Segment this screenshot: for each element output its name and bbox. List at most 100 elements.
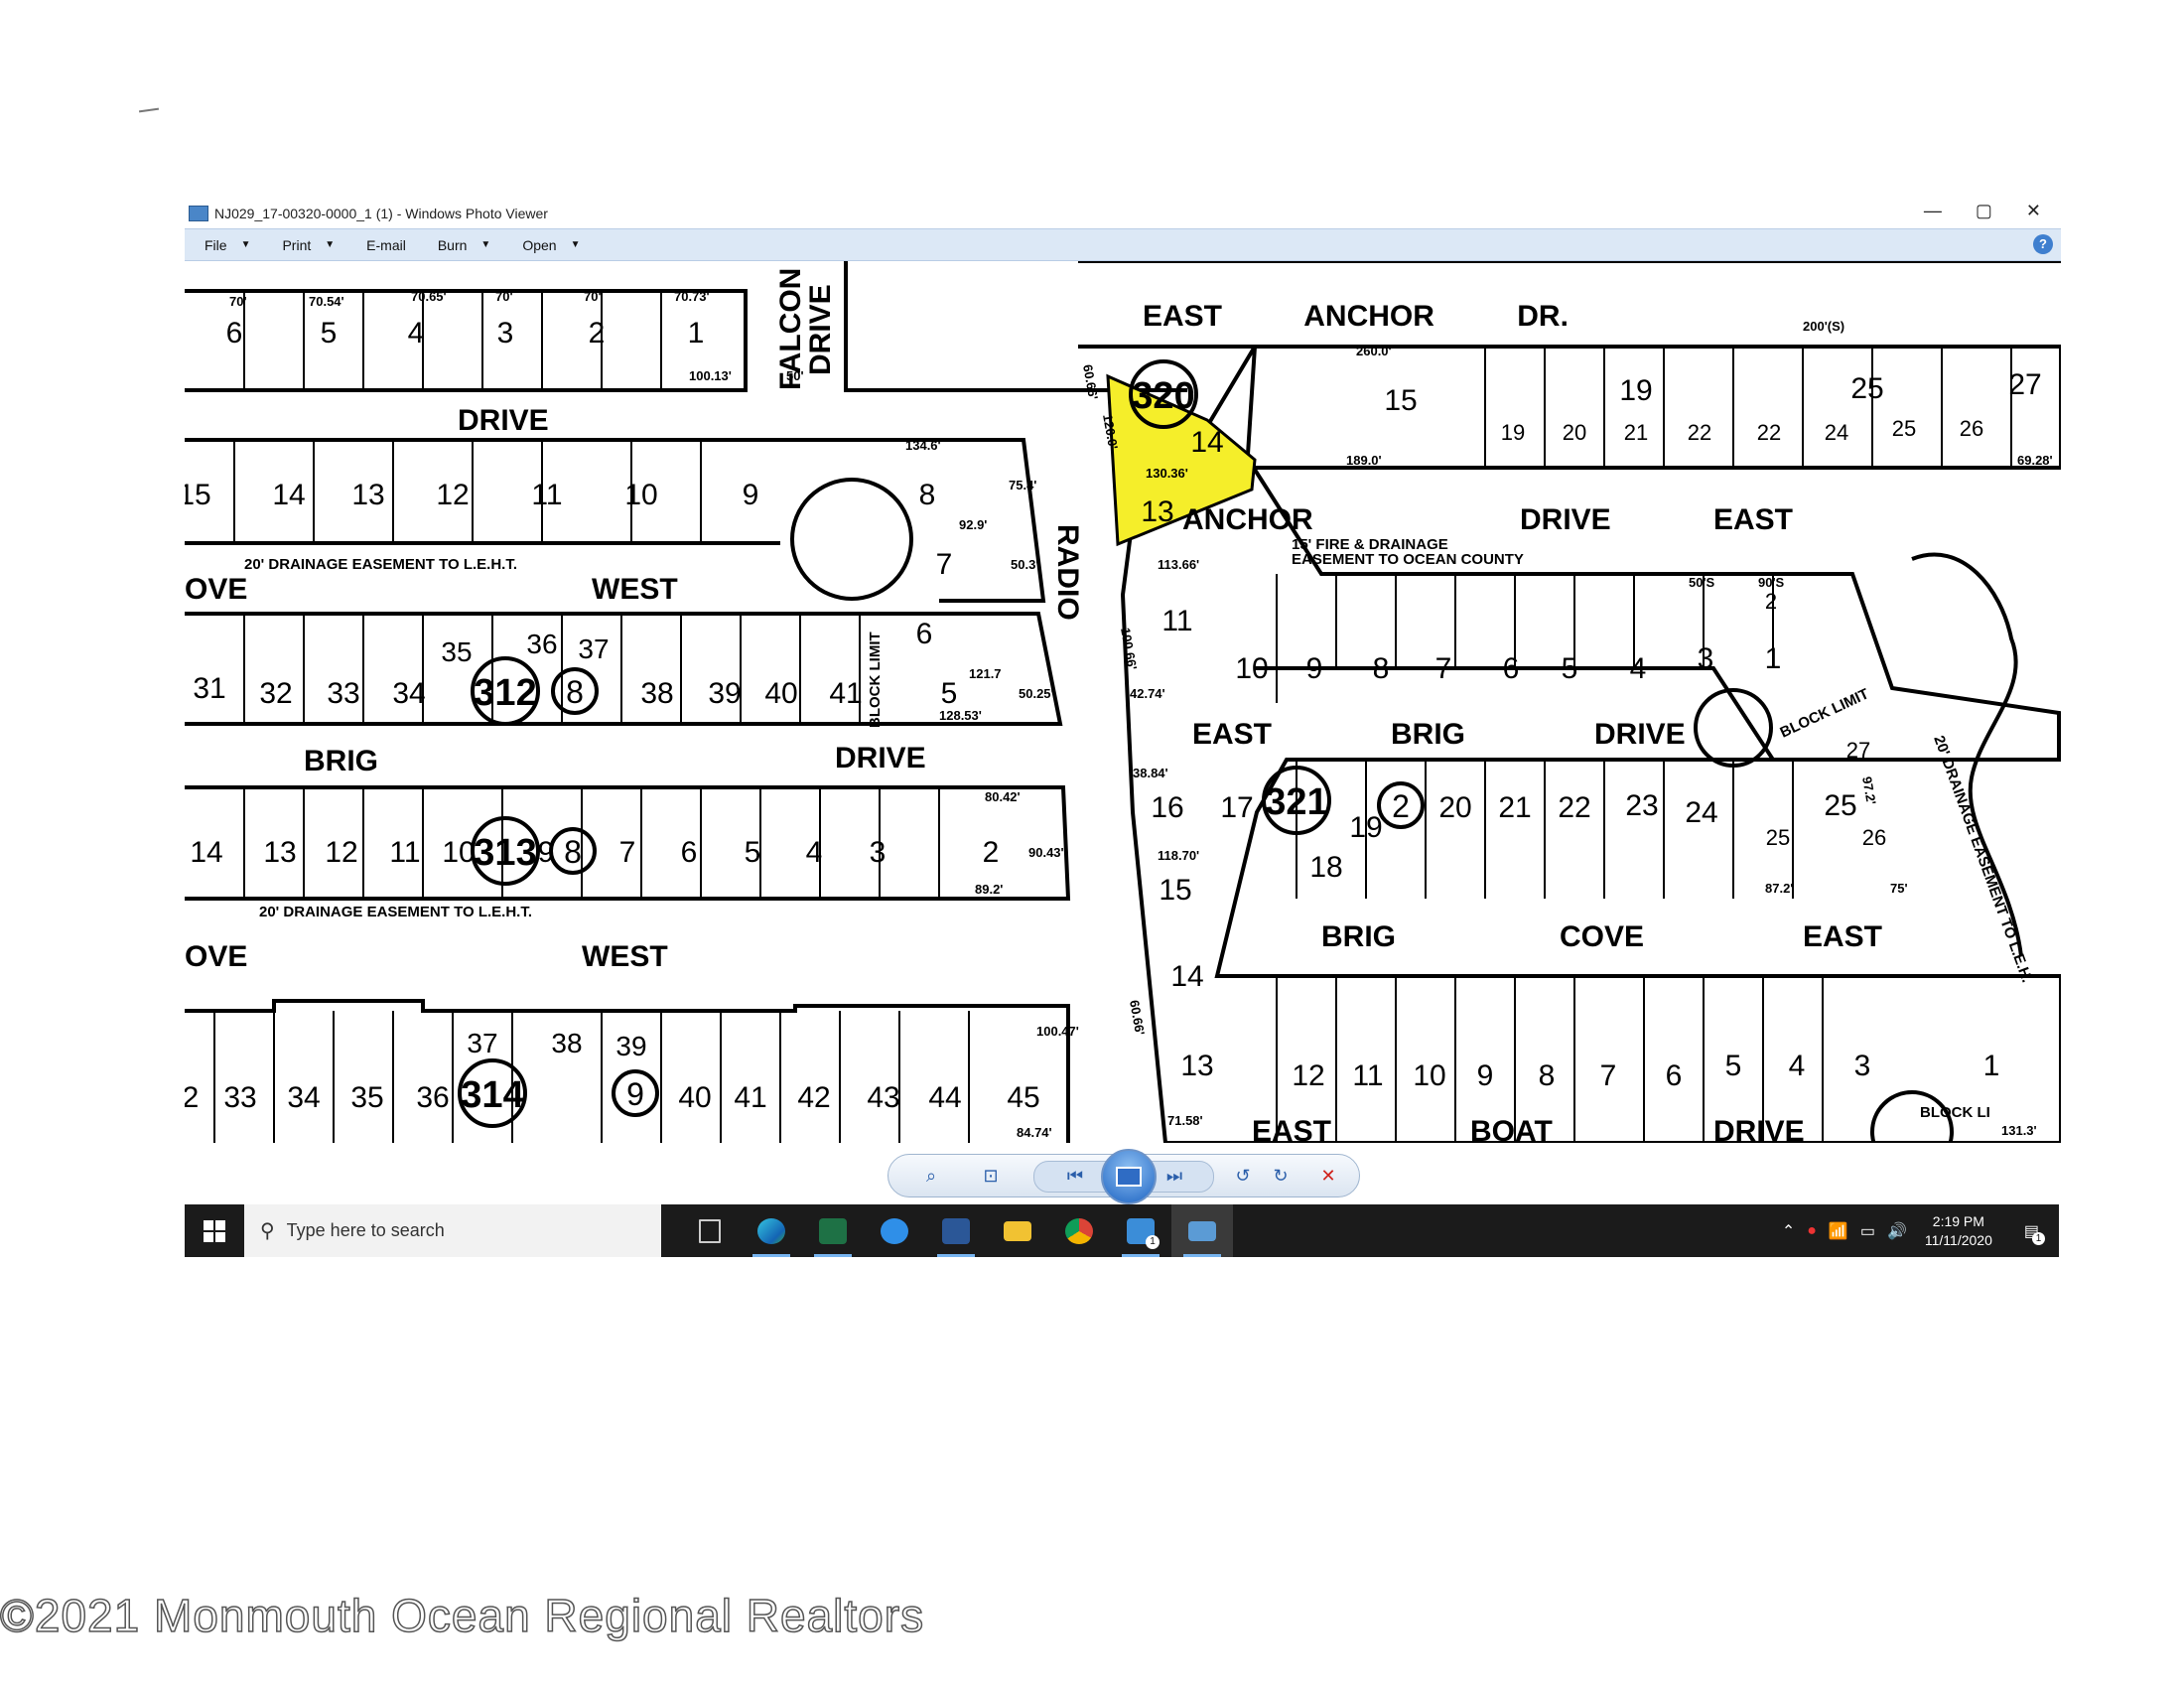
sub-block-number: 8: [564, 834, 582, 870]
lot-number: 6: [681, 836, 698, 869]
chevron-down-icon: ▼: [240, 239, 251, 250]
dimension-label: 38.84': [1133, 766, 1168, 780]
lot-number: 3: [497, 317, 514, 350]
dimension-label: 130.36': [1146, 466, 1188, 481]
mail-icon[interactable]: 1: [1110, 1204, 1171, 1257]
file-explorer-icon[interactable]: [987, 1204, 1048, 1257]
actual-size-icon[interactable]: ⊡: [978, 1164, 1004, 1188]
restore-button[interactable]: ▢: [1976, 201, 1992, 221]
chevron-up-icon[interactable]: ⌃: [1782, 1221, 1795, 1241]
lot-number: 9: [538, 836, 555, 869]
lot-number: 4: [1789, 1050, 1806, 1082]
street-label: EAST: [1713, 503, 1793, 536]
zoom-icon[interactable]: ⌕: [918, 1164, 944, 1188]
menu-file[interactable]: File ▼: [205, 237, 250, 253]
lot-number: 16: [1151, 791, 1183, 824]
street-label: COVE: [1560, 920, 1644, 953]
task-view-icon[interactable]: [679, 1204, 741, 1257]
lot-number: 6: [226, 317, 243, 350]
help-icon[interactable]: ?: [2033, 234, 2053, 254]
taskbar-search[interactable]: ⚲ Type here to search: [244, 1204, 661, 1257]
close-button[interactable]: ✕: [2026, 201, 2041, 221]
edge-icon[interactable]: [741, 1204, 802, 1257]
lot-number: 3: [870, 836, 887, 869]
lot-number: 3: [1854, 1050, 1871, 1082]
lot-number: 10: [442, 836, 475, 869]
lot-number: 9: [1306, 652, 1323, 685]
battery-icon[interactable]: ▭: [1860, 1221, 1875, 1241]
lot-number: 34: [392, 677, 425, 710]
lot-number: 17: [1220, 791, 1253, 824]
dimension-label: 50.25': [1019, 686, 1054, 701]
lot-number: 4: [806, 836, 823, 869]
safari-icon[interactable]: [864, 1204, 925, 1257]
menu-burn-label: Burn: [437, 236, 468, 253]
lot-number: 1: [688, 317, 705, 350]
lot-number: 32: [259, 677, 292, 710]
menu-open[interactable]: Open ▼: [522, 237, 580, 253]
notification-icon[interactable]: ▤ 1: [2024, 1221, 2045, 1245]
lot-number: 8: [1539, 1059, 1556, 1092]
minimize-button[interactable]: —: [1924, 201, 1942, 221]
lot-number: 6: [916, 618, 933, 650]
dimension-label: 75': [1890, 881, 1908, 896]
lot-number: 14: [272, 479, 305, 511]
wifi-icon[interactable]: 📶: [1829, 1221, 1848, 1241]
street-label: BOAT: [1470, 1115, 1553, 1143]
slideshow-button[interactable]: [1101, 1149, 1157, 1204]
lot-number: 13: [351, 479, 384, 511]
menu-email[interactable]: E-mail: [366, 237, 406, 253]
volume-icon[interactable]: 🔊: [1887, 1221, 1907, 1241]
clock-date: 11/11/2020: [1924, 1231, 1992, 1248]
dimension-label: 131.3': [2001, 1123, 2037, 1138]
highlighted-lot-number: 13: [1141, 495, 1173, 528]
word-icon[interactable]: [925, 1204, 987, 1257]
start-button[interactable]: [185, 1204, 244, 1257]
sub-block-number: 8: [566, 674, 584, 710]
lot-number: 40: [678, 1081, 711, 1114]
dimension-label: 50': [786, 368, 804, 383]
windows-logo-icon: [204, 1219, 225, 1242]
lot-number: 20: [1563, 420, 1586, 445]
lot-number: 15: [1159, 874, 1191, 907]
excel-icon[interactable]: [802, 1204, 864, 1257]
slideshow-icon: [1116, 1167, 1142, 1187]
chrome-icon[interactable]: [1048, 1204, 1110, 1257]
dimension-label: 134.6': [905, 438, 941, 453]
lot-number: 35: [441, 636, 472, 667]
search-icon: ⚲: [260, 1220, 275, 1242]
lot-number: 33: [327, 677, 359, 710]
chevron-down-icon: ▼: [480, 239, 491, 250]
lot-number: 6: [1666, 1059, 1683, 1092]
menu-print[interactable]: Print ▼: [282, 237, 335, 253]
clock[interactable]: 2:19 PM 11/11/2020: [1925, 1212, 1992, 1250]
dimension-label: 113.66': [1158, 557, 1199, 572]
network-error-icon[interactable]: ●: [1807, 1222, 1817, 1240]
delete-icon[interactable]: ✕: [1315, 1164, 1341, 1188]
taskbar-apps: 1: [679, 1204, 1233, 1257]
lot-number: 22: [1558, 791, 1590, 824]
street-label: BRIG: [1321, 920, 1396, 953]
dimension-label: 70.54': [309, 294, 344, 309]
lot-number: 22: [1688, 420, 1711, 445]
lot-number: 18: [1309, 851, 1342, 884]
rotate-ccw-icon[interactable]: ↺: [1230, 1164, 1256, 1188]
street-label: EAST ANCHOR DR.: [1143, 300, 1569, 333]
street-label: DRIVE: [1713, 1115, 1805, 1143]
rotate-cw-icon[interactable]: ↻: [1268, 1164, 1294, 1188]
photos-icon[interactable]: [1171, 1204, 1233, 1257]
mail-badge: 1: [1146, 1235, 1160, 1249]
menu-burn[interactable]: Burn ▼: [438, 237, 490, 253]
lot-number: 38: [640, 677, 673, 710]
lot-number: 41: [734, 1081, 766, 1114]
parcel-corner-outline: [844, 261, 1187, 392]
lot-number: 26: [1960, 416, 1983, 441]
street-label: ANCHOR: [1182, 503, 1313, 536]
dimension-label: 50.3': [1011, 557, 1038, 572]
lot-number: 42: [797, 1081, 830, 1114]
lot-number: 11: [531, 479, 562, 511]
dimension-label: 84.74': [1017, 1125, 1052, 1140]
lot-number: 13: [263, 836, 296, 869]
lot-number: 40: [764, 677, 797, 710]
sub-block-number: 9: [626, 1076, 644, 1112]
